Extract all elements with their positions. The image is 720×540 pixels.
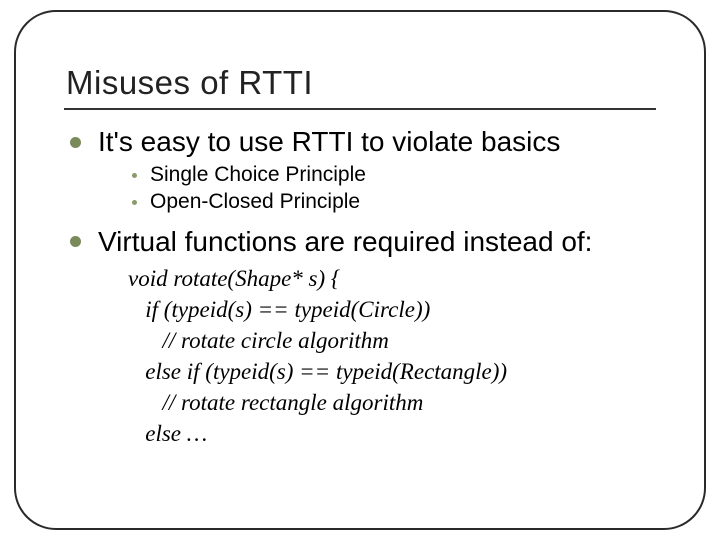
- bullet-text: It's easy to use RTTI to violate basics: [98, 126, 560, 157]
- bullet-text: Virtual functions are required instead o…: [98, 226, 592, 257]
- bullet-item: Virtual functions are required instead o…: [70, 224, 656, 449]
- sub-bullet-text: Open-Closed Principle: [150, 190, 360, 213]
- slide-content: Misuses of RTTI It's easy to use RTTI to…: [22, 18, 698, 449]
- bullet-item: It's easy to use RTTI to violate basics …: [70, 124, 656, 216]
- sub-bullet-item: Open-Closed Principle: [132, 188, 656, 215]
- sub-bullet-item: Single Choice Principle: [132, 161, 656, 188]
- title-underline: [64, 108, 656, 110]
- code-block: void rotate(Shape* s) { if (typeid(s) ==…: [128, 263, 656, 449]
- bullet-list: It's easy to use RTTI to violate basics …: [64, 124, 656, 449]
- sub-bullet-list: Single Choice Principle Open-Closed Prin…: [98, 161, 656, 216]
- slide-title: Misuses of RTTI: [66, 64, 656, 102]
- sub-bullet-text: Single Choice Principle: [150, 163, 366, 186]
- slide: Misuses of RTTI It's easy to use RTTI to…: [0, 0, 720, 540]
